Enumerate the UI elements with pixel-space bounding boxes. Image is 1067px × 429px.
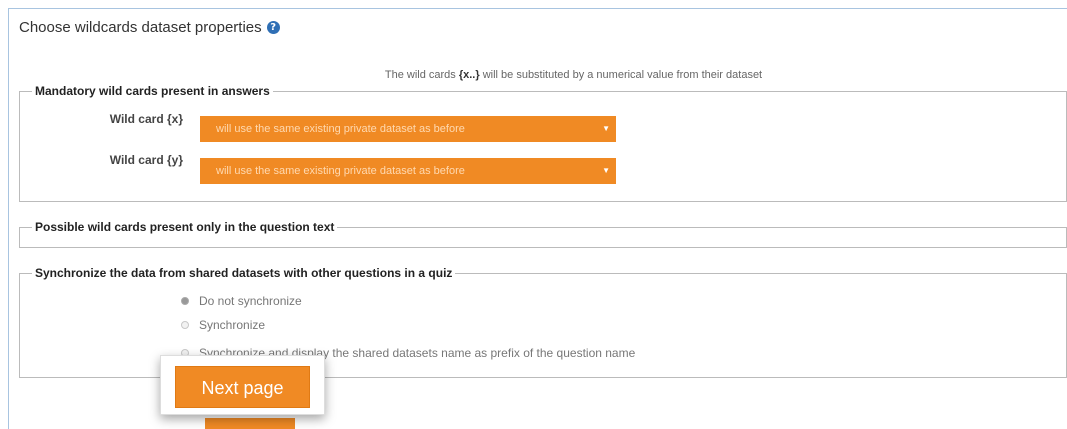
- page-title-text: Choose wildcards dataset properties: [19, 19, 262, 36]
- synchronize-legend: Synchronize the data from shared dataset…: [35, 266, 453, 280]
- wildcard-y-select[interactable]: will use the same existing private datas…: [200, 158, 616, 184]
- sync-option-do-not-synchronize[interactable]: Do not synchronize: [181, 294, 302, 308]
- sync-option-label: Synchronize: [199, 318, 266, 332]
- mandatory-wildcards-fieldset: Mandatory wild cards present in answers: [19, 84, 1067, 202]
- substitution-note-before: The wild cards: [384, 69, 459, 81]
- sync-option-synchronize[interactable]: Synchronize: [181, 318, 265, 332]
- wildcard-y-label: Wild card {y}: [109, 153, 183, 167]
- substitution-token: {x..}: [458, 69, 480, 81]
- sync-option-label: Do not synchronize: [199, 294, 302, 308]
- wildcard-y-select-value: will use the same existing private datas…: [216, 165, 465, 177]
- next-page-button[interactable]: Next page: [175, 366, 310, 408]
- chevron-down-icon: ▼: [602, 166, 610, 175]
- page-title: Choose wildcards dataset properties ?: [19, 19, 280, 36]
- possible-wildcards-fieldset: Possible wild cards present only in the …: [19, 220, 1067, 248]
- wildcard-x-select-value: will use the same existing private datas…: [216, 123, 465, 135]
- question-circle-icon[interactable]: ?: [266, 21, 280, 34]
- wildcard-x-label: Wild card {x}: [109, 112, 183, 126]
- mandatory-wildcards-legend: Mandatory wild cards present in answers: [35, 84, 270, 98]
- chevron-down-icon: ▼: [602, 124, 610, 133]
- radio-button[interactable]: [181, 297, 189, 305]
- next-page-button-underlying: [205, 418, 295, 429]
- radio-button[interactable]: [181, 321, 189, 329]
- wildcard-x-select[interactable]: will use the same existing private datas…: [200, 116, 616, 142]
- substitution-note-after: will be substituted by a numerical value…: [479, 69, 763, 81]
- possible-wildcards-legend: Possible wild cards present only in the …: [35, 220, 335, 234]
- substitution-note: The wild cards {x..} will be substituted…: [0, 69, 1067, 81]
